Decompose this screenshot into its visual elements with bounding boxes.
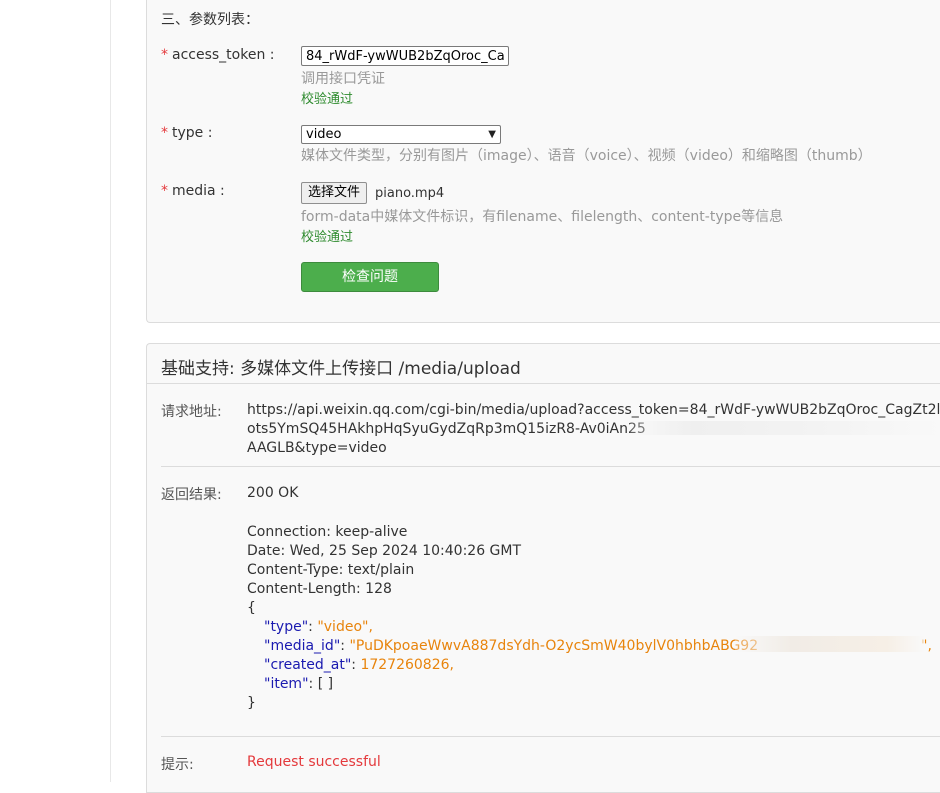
- required-mark: *: [161, 125, 168, 141]
- request-url-line-1: https://api.weixin.qq.com/cgi-bin/media/…: [247, 402, 940, 418]
- media-label-row: * media :: [161, 183, 225, 199]
- json-key: "item": [264, 676, 309, 692]
- media-label: media :: [172, 183, 225, 199]
- type-label-row: * type :: [161, 125, 212, 141]
- access-token-hint: 调用接口凭证: [301, 71, 385, 87]
- choose-file-button[interactable]: 选择文件: [301, 182, 368, 204]
- json-value: [ ]: [317, 676, 334, 692]
- redacted-area: [735, 636, 925, 652]
- divider: [161, 466, 940, 467]
- tip-value: Request successful: [247, 754, 381, 770]
- json-line-created-at: "created_at": 1727260826,: [264, 657, 454, 673]
- left-gutter: [0, 0, 111, 782]
- media-validation: 校验通过: [301, 230, 354, 245]
- json-key: "media_id": [264, 638, 341, 654]
- required-mark: *: [161, 47, 168, 63]
- type-selected-value: video: [306, 127, 342, 142]
- json-close-brace: }: [247, 695, 256, 711]
- json-value: "video",: [317, 619, 373, 635]
- response-header-line: Content-Type: text/plain: [247, 562, 415, 578]
- required-mark: *: [161, 183, 168, 199]
- selected-file-name: piano.mp4: [375, 186, 445, 201]
- json-line-media-id: "media_id": "PuDKpoaeWwvA887dsYdh-O2ycSm…: [264, 638, 759, 654]
- result-title: 基础支持: 多媒体文件上传接口 /media/upload: [161, 359, 521, 379]
- check-problem-button[interactable]: 检查问题: [301, 262, 439, 292]
- tip-label: 提示:: [161, 757, 194, 773]
- request-url-line-3: AAGLB&type=video: [247, 440, 387, 456]
- json-key: "type": [264, 619, 309, 635]
- response-header-line: Content-Length: 128: [247, 581, 392, 597]
- request-url-line-2: ots5YmSQ45HAkhpHqSyuGydZqRp3mQ15izR8-Av0…: [247, 421, 646, 437]
- access-token-label: access_token :: [172, 47, 275, 63]
- request-url-label: 请求地址:: [161, 404, 222, 420]
- response-label: 返回结果:: [161, 487, 222, 503]
- divider: [161, 736, 940, 737]
- type-select[interactable]: video ▼: [301, 125, 501, 144]
- json-open-brace: {: [247, 600, 256, 616]
- type-label: type :: [172, 125, 213, 141]
- media-hint: form-data中媒体文件标识，有filename、filelength、co…: [301, 209, 784, 225]
- chevron-down-icon: ▼: [488, 129, 496, 140]
- type-hint: 媒体文件类型，分别有图片（image）、语音（voice）、视频（video）和…: [301, 148, 872, 164]
- json-line-type: "type": "video",: [264, 619, 373, 635]
- section-title: 三、参数列表：: [161, 12, 259, 28]
- redacted-area: [630, 421, 940, 435]
- access-token-validation: 校验通过: [301, 92, 354, 107]
- access-token-input[interactable]: [301, 46, 509, 66]
- response-status: 200 OK: [247, 485, 299, 501]
- json-line-item: "item": [ ]: [264, 676, 334, 692]
- response-header-line: Connection: keep-alive: [247, 524, 408, 540]
- json-value: "PuDKpoaeWwvA887dsYdh-O2ycSmW40bylV0hbhb…: [349, 638, 759, 654]
- json-key: "created_at": [264, 657, 352, 673]
- response-header-line: Date: Wed, 25 Sep 2024 10:40:26 GMT: [247, 543, 522, 559]
- json-value: 1727260826,: [360, 657, 454, 673]
- access-token-label-row: * access_token :: [161, 47, 275, 63]
